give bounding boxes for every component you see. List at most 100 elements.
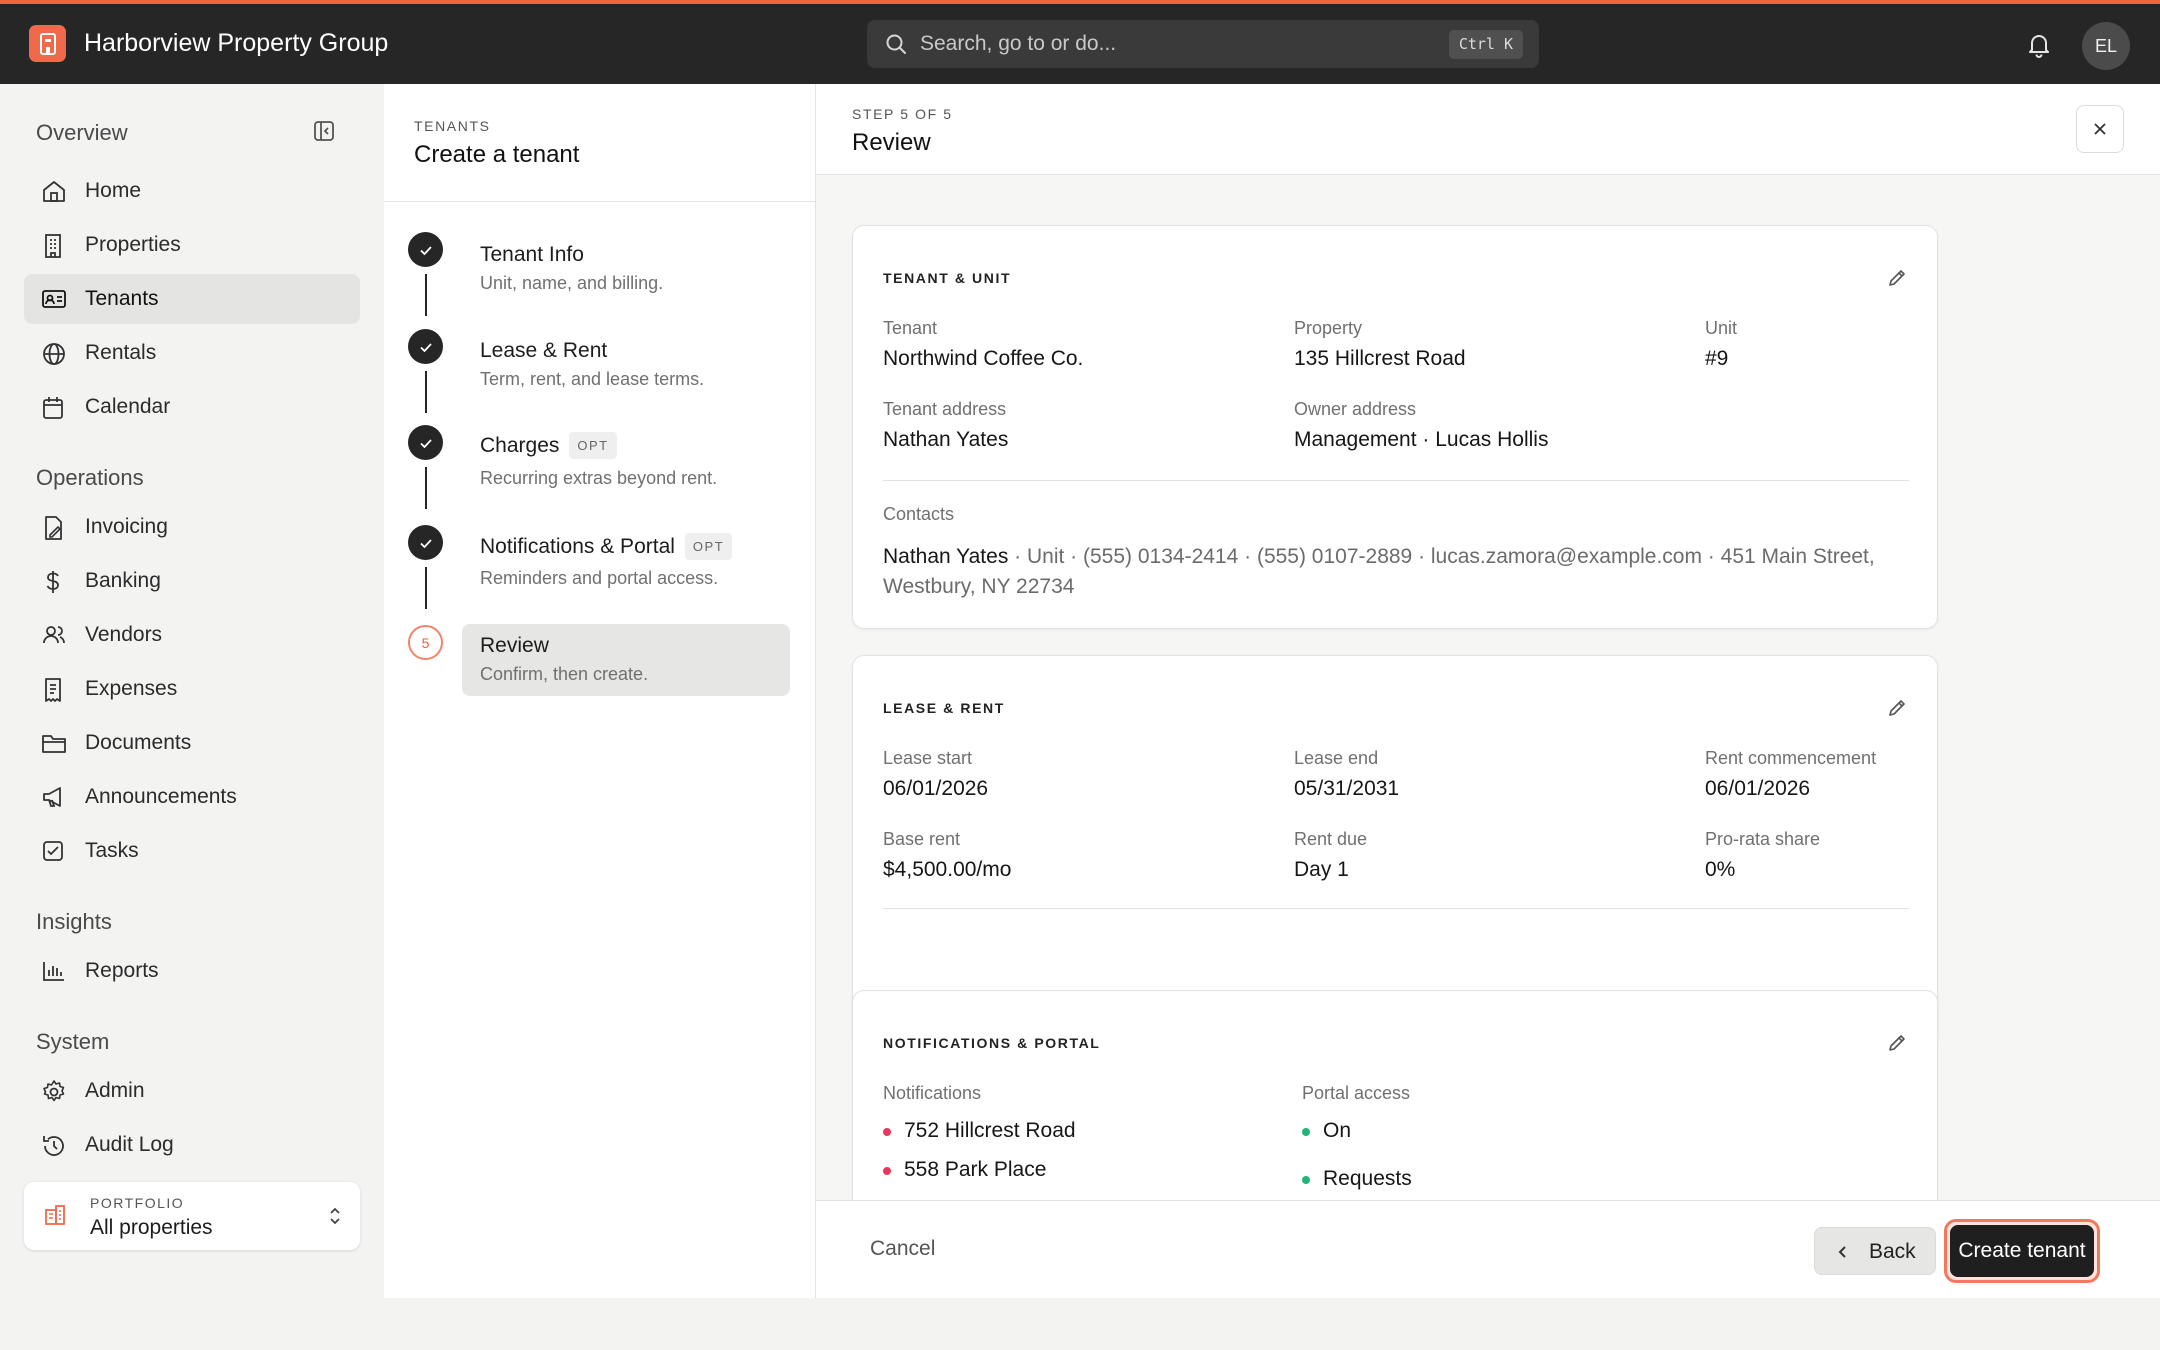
sidebar-collapse-icon[interactable] <box>313 120 335 142</box>
create-tenant-button[interactable]: Create tenant <box>1950 1225 2094 1277</box>
chevron-up-down-icon <box>330 1207 340 1225</box>
app-title[interactable]: Harborview Property Group <box>84 29 388 58</box>
sidebar-item-invoicing[interactable]: Invoicing <box>24 502 360 552</box>
sidebar: Overview Home Properties Tenants Rentals… <box>0 84 384 1350</box>
user-avatar[interactable]: EL <box>2082 22 2130 70</box>
base-rent-value: $4,500.00/mo <box>883 858 1012 881</box>
portfolio-caption: PORTFOLIO <box>90 1195 185 1211</box>
review-title: Review <box>852 129 931 156</box>
sidebar-item-announcements[interactable]: Announcements <box>24 772 360 822</box>
step-complete-indicator <box>408 329 443 364</box>
contact-details: · Unit · (555) 0134-2414 · (555) 0107-28… <box>883 545 1875 598</box>
bell-icon[interactable] <box>2026 32 2052 58</box>
pencil-icon[interactable] <box>1887 1033 1907 1053</box>
pencil-icon[interactable] <box>1887 268 1907 288</box>
sidebar-section-operations: Operations <box>36 465 144 490</box>
users-icon <box>43 626 65 644</box>
card-title: LEASE & RENT <box>883 700 1005 716</box>
step-tenant-info[interactable]: Tenant Info <box>480 243 584 267</box>
checkbox-icon <box>43 841 63 861</box>
home-icon <box>43 181 65 202</box>
close-button[interactable] <box>2076 105 2124 153</box>
cancel-button[interactable]: Cancel <box>870 1237 935 1261</box>
step-complete-indicator <box>408 232 443 267</box>
id-card-icon <box>42 290 66 308</box>
portfolio-building-icon <box>45 1205 65 1225</box>
sidebar-section-insights: Insights <box>36 909 112 934</box>
sidebar-item-label: Tenants <box>85 287 159 310</box>
sidebar-item-expenses[interactable]: Expenses <box>24 664 360 714</box>
sidebar-item-tenants[interactable]: Tenants <box>24 274 360 324</box>
card-title: TENANT & UNIT <box>883 270 1012 286</box>
sidebar-item-calendar[interactable]: Calendar <box>24 382 360 432</box>
sidebar-item-tasks[interactable]: Tasks <box>24 826 360 876</box>
sidebar-item-label: Banking <box>85 569 161 592</box>
sidebar-section-overview: Overview <box>36 120 128 145</box>
calendar-icon <box>43 397 63 419</box>
unit-value: #9 <box>1705 347 1729 370</box>
rent-due-value: Day 1 <box>1294 858 1349 881</box>
sidebar-item-label: Rentals <box>85 341 157 364</box>
step-connector <box>425 371 427 413</box>
app-logo[interactable] <box>29 25 66 62</box>
sidebar-item-label: Calendar <box>85 395 171 418</box>
step-lease-rent[interactable]: Lease & Rent <box>480 339 607 363</box>
field-label: Notifications <box>883 1083 982 1103</box>
step-counter: STEP 5 OF 5 <box>852 106 953 122</box>
megaphone-icon <box>43 787 61 807</box>
step-charges[interactable]: Charges OPT <box>480 432 617 459</box>
lease-start-value: 06/01/2026 <box>883 777 989 800</box>
tenant-value: Northwind Coffee Co. <box>883 347 1084 370</box>
check-icon <box>419 438 432 448</box>
sidebar-item-banking[interactable]: Banking <box>24 556 360 606</box>
divider <box>883 480 1909 481</box>
sidebar-item-label: Expenses <box>85 677 178 700</box>
dollar-icon <box>46 571 59 593</box>
step-subtitle: Reminders and portal access. <box>480 568 719 588</box>
divider <box>883 908 1909 909</box>
step-notifications-portal[interactable]: Notifications & Portal OPT <box>480 533 733 560</box>
step-subtitle: Unit, name, and billing. <box>480 273 664 293</box>
portal-item: On <box>1302 1119 1351 1143</box>
property-value: 135 Hillcrest Road <box>1294 347 1466 370</box>
top-bar: Harborview Property Group Search, go to … <box>0 4 2160 84</box>
history-icon <box>43 1136 64 1156</box>
tenant-address-value: Nathan Yates <box>883 428 1009 451</box>
field-label: Portal access <box>1302 1083 1411 1103</box>
sidebar-item-label: Admin <box>85 1079 145 1102</box>
sidebar-item-label: Announcements <box>85 785 237 808</box>
sidebar-item-reports[interactable]: Reports <box>24 946 360 996</box>
step-title: Tenant Info <box>480 243 584 266</box>
sidebar-item-vendors[interactable]: Vendors <box>24 610 360 660</box>
sidebar-section-system: System <box>36 1029 110 1054</box>
pencil-icon[interactable] <box>1887 698 1907 718</box>
optional-badge: OPT <box>684 533 733 560</box>
close-icon <box>2094 123 2106 135</box>
sidebar-item-admin[interactable]: Admin <box>24 1066 360 1116</box>
search-placeholder[interactable]: Search, go to or do... <box>920 32 1116 56</box>
global-search[interactable]: Search, go to or do... Ctrl K <box>867 20 1539 68</box>
search-icon <box>886 34 906 54</box>
sidebar-item-rentals[interactable]: Rentals <box>24 328 360 378</box>
back-button[interactable]: Back <box>1814 1227 1936 1275</box>
step-current-indicator: 5 <box>408 625 443 660</box>
back-label: Back <box>1869 1240 1916 1263</box>
gear-icon <box>43 1080 65 1102</box>
portfolio-switcher[interactable]: PORTFOLIO All properties <box>24 1182 360 1250</box>
sidebar-item-audit-log[interactable]: Audit Log <box>24 1120 360 1170</box>
sidebar-item-properties[interactable]: Properties <box>24 220 360 270</box>
step-subtitle: Term, rent, and lease terms. <box>480 369 705 389</box>
card-title: NOTIFICATIONS & PORTAL <box>883 1035 1101 1051</box>
sidebar-item-home[interactable]: Home <box>24 166 360 216</box>
step-title: Notifications & Portal <box>480 534 675 558</box>
optional-badge: OPT <box>569 432 617 459</box>
step-review[interactable]: Review <box>480 634 549 658</box>
folder-icon <box>42 735 66 753</box>
step-title: Charges <box>480 433 560 457</box>
contacts-value: Nathan Yates · Unit · (555) 0134-2414 · … <box>883 542 1913 602</box>
sidebar-item-documents[interactable]: Documents <box>24 718 360 768</box>
notification-item: 558 Park Place <box>883 1158 1046 1182</box>
field-label: Tenant <box>883 318 938 338</box>
sidebar-item-label: Documents <box>85 731 192 754</box>
wizard-eyebrow: TENANTS <box>414 118 491 134</box>
